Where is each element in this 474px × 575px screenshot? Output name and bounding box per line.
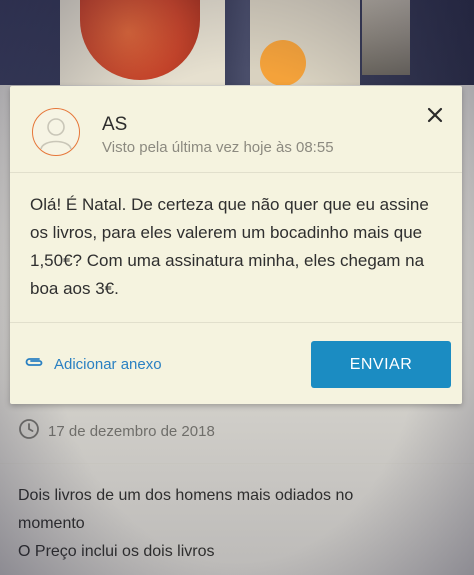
message-dialog: AS Visto pela última vez hoje às 08:55 O… <box>10 86 462 404</box>
user-placeholder-icon <box>40 118 72 150</box>
attach-file-link[interactable]: Adicionar anexo <box>24 352 162 376</box>
message-text[interactable]: Olá! É Natal. De certeza que não quer qu… <box>30 191 442 303</box>
book-cover-portrait <box>362 0 410 75</box>
send-button[interactable]: ENVIAR <box>311 341 451 388</box>
last-seen-status: Visto pela última vez hoje às 08:55 <box>102 139 334 156</box>
listing-description: Dois livros de um dos homens mais odiado… <box>18 482 458 566</box>
header-divider <box>10 172 462 173</box>
description-line: Dois livros de um dos homens mais odiado… <box>18 487 354 504</box>
listing-date-row: 17 de dezembro de 2018 <box>18 418 215 445</box>
footer-divider <box>10 322 462 323</box>
clock-icon <box>18 418 40 445</box>
section-divider <box>0 463 474 464</box>
background-photo <box>0 0 474 85</box>
contact-name: AS <box>102 114 128 135</box>
description-line: O Preço inclui os dois livros <box>18 543 215 560</box>
price-sticker <box>260 40 306 85</box>
close-icon <box>427 107 443 123</box>
paperclip-icon <box>24 355 44 374</box>
attach-label: Adicionar anexo <box>54 355 162 373</box>
close-button[interactable] <box>424 104 446 126</box>
listing-date: 17 de dezembro de 2018 <box>48 422 215 440</box>
avatar <box>32 108 80 156</box>
book-cover-right <box>250 0 360 85</box>
description-line: momento <box>18 515 85 532</box>
